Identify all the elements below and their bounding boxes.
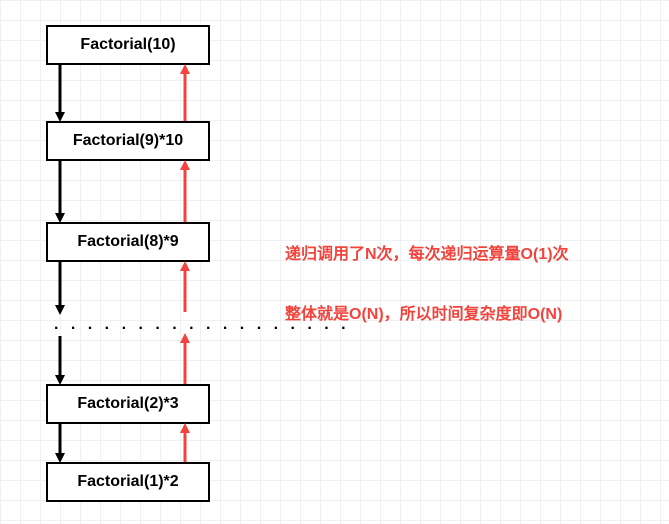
node-factorial-1: Factorial(1)*2 xyxy=(46,462,210,502)
node-label: Factorial(2)*3 xyxy=(77,395,178,413)
node-factorial-10: Factorial(10) xyxy=(46,25,210,65)
node-label: Factorial(8)*9 xyxy=(77,233,178,251)
annotation-line-1: 递归调用了N次，每次递归运算量O(1)次 xyxy=(285,240,569,264)
annotation-line-2: 整体就是O(N)，所以时间复杂度即O(N) xyxy=(285,300,562,324)
node-factorial-8: Factorial(8)*9 xyxy=(46,222,210,262)
node-label: Factorial(1)*2 xyxy=(77,473,178,491)
diagram-canvas: Factorial(10) Factorial(9)*10 Factorial(… xyxy=(0,0,669,524)
node-factorial-2: Factorial(2)*3 xyxy=(46,384,210,424)
node-factorial-9: Factorial(9)*10 xyxy=(46,121,210,161)
node-label: Factorial(10) xyxy=(80,36,175,54)
node-label: Factorial(9)*10 xyxy=(73,132,183,150)
